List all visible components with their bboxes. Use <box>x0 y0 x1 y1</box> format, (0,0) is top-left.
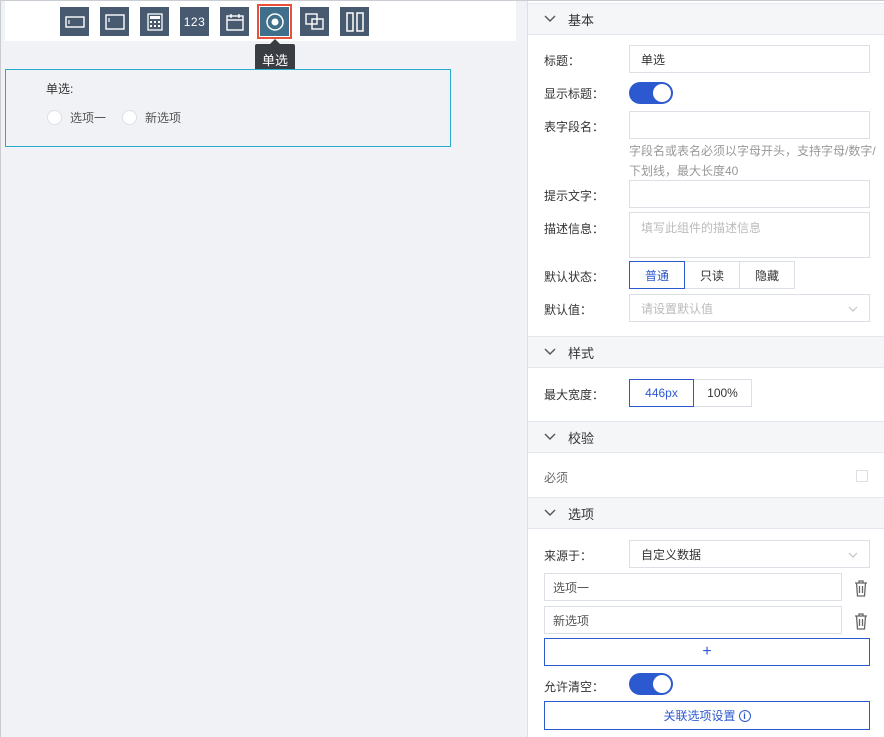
prompt-label: 提示文字： <box>544 189 605 203</box>
show-title-label: 显示标题： <box>544 87 605 101</box>
chevron-down-icon <box>544 15 556 22</box>
width-option-full[interactable]: 100% <box>693 379 752 407</box>
section-basic-header[interactable]: 基本 <box>528 3 884 35</box>
section-options-header[interactable]: 选项 <box>528 497 884 529</box>
allow-clear-toggle[interactable] <box>629 673 673 695</box>
tool-number[interactable]: 123 <box>180 7 209 36</box>
tool-column-layout[interactable] <box>340 7 369 36</box>
field-name-input[interactable] <box>629 111 870 139</box>
description-placeholder: 填写此组件的描述信息 <box>641 221 762 235</box>
toggle-knob <box>653 84 671 102</box>
required-checkbox[interactable] <box>856 470 868 482</box>
width-option-fixed[interactable]: 446px <box>629 379 694 407</box>
column-layout-icon <box>345 11 364 32</box>
trash-icon[interactable] <box>852 578 870 598</box>
source-select[interactable]: 自定义数据 <box>629 540 870 568</box>
allow-clear-label: 允许清空： <box>544 680 605 694</box>
radio-option[interactable]: 选项一 <box>47 109 106 126</box>
radio-icon <box>265 12 284 31</box>
linked-options-button[interactable]: 关联选项设置 i <box>544 701 870 730</box>
field-name-hint: 字段名或表名必须以字母开头，支持字母/数字/下划线，最大长度40 <box>629 144 876 178</box>
multi-select-icon <box>304 12 324 30</box>
tool-multi-select[interactable] <box>300 7 329 36</box>
tool-single-line-input[interactable] <box>60 7 89 36</box>
default-value-placeholder: 请设置默认值 <box>641 301 714 316</box>
section-title: 样式 <box>568 345 595 361</box>
calendar-icon <box>225 13 244 31</box>
state-option-readonly[interactable]: 只读 <box>684 261 740 289</box>
title-input[interactable]: 单选 <box>629 45 870 73</box>
show-title-toggle[interactable] <box>629 82 673 104</box>
description-textarea[interactable]: 填写此组件的描述信息 <box>629 212 870 258</box>
required-label: 必须 <box>544 471 569 485</box>
calculator-icon <box>146 12 163 31</box>
section-validation-header[interactable]: 校验 <box>528 421 884 453</box>
field-label: 单选: <box>46 82 74 96</box>
tool-multi-line-input[interactable] <box>100 7 129 36</box>
radio-field-preview[interactable]: 单选: 选项一 新选项 <box>5 69 451 147</box>
default-value-label: 默认值： <box>544 303 593 317</box>
title-label: 标题： <box>544 54 581 68</box>
radio-circle-icon <box>122 110 138 125</box>
chevron-down-icon <box>544 348 556 355</box>
description-label: 描述信息： <box>544 222 605 236</box>
trash-icon[interactable] <box>852 611 870 631</box>
tool-radio[interactable] <box>257 4 292 39</box>
state-option-hidden[interactable]: 隐藏 <box>739 261 795 289</box>
field-name-label: 表字段名： <box>544 120 605 134</box>
multi-line-input-icon <box>104 13 125 30</box>
radio-option-label: 选项一 <box>70 111 107 125</box>
chevron-down-icon <box>848 306 858 312</box>
radio-circle-icon <box>47 110 62 125</box>
default-state-segmented: 普通 只读 隐藏 <box>629 261 795 289</box>
properties-panel: 基本 标题： 单选 显示标题： 表字段名： 字段名或表名必须以字母开头，支持字母… <box>527 1 884 737</box>
number-icon: 123 <box>183 14 206 29</box>
chevron-down-icon <box>848 552 858 558</box>
linked-options-label: 关联选项设置 <box>663 709 736 723</box>
source-value: 自定义数据 <box>641 547 702 562</box>
info-icon: i <box>738 709 751 722</box>
tool-calculator[interactable] <box>140 7 169 36</box>
source-label: 来源于： <box>544 549 593 563</box>
radio-group: 选项一 新选项 <box>47 109 197 126</box>
section-title: 选项 <box>568 506 595 522</box>
max-width-label: 最大宽度： <box>544 388 605 402</box>
tool-date[interactable] <box>220 7 249 36</box>
option-item-input[interactable]: 新选项 <box>544 606 842 634</box>
section-style-header[interactable]: 样式 <box>528 336 884 368</box>
max-width-segmented: 446px 100% <box>629 379 752 407</box>
default-value-select[interactable]: 请设置默认值 <box>629 294 870 322</box>
add-option-button[interactable]: + <box>544 638 870 666</box>
radio-option[interactable]: 新选项 <box>122 109 181 126</box>
section-title: 基本 <box>568 12 595 28</box>
prompt-input[interactable] <box>629 180 870 208</box>
single-line-input-icon <box>64 15 85 28</box>
component-toolbar: 123 <box>5 1 516 41</box>
option-item-input[interactable]: 选项一 <box>544 573 842 601</box>
toggle-knob <box>653 675 671 693</box>
chevron-down-icon <box>544 433 556 440</box>
form-canvas: 123 单选 单选: 选项一 新选项 <box>1 1 527 737</box>
section-title: 校验 <box>568 430 595 446</box>
radio-option-label: 新选项 <box>145 111 182 125</box>
state-option-normal[interactable]: 普通 <box>629 261 685 289</box>
default-state-label: 默认状态： <box>544 270 605 284</box>
chevron-down-icon <box>544 509 556 516</box>
